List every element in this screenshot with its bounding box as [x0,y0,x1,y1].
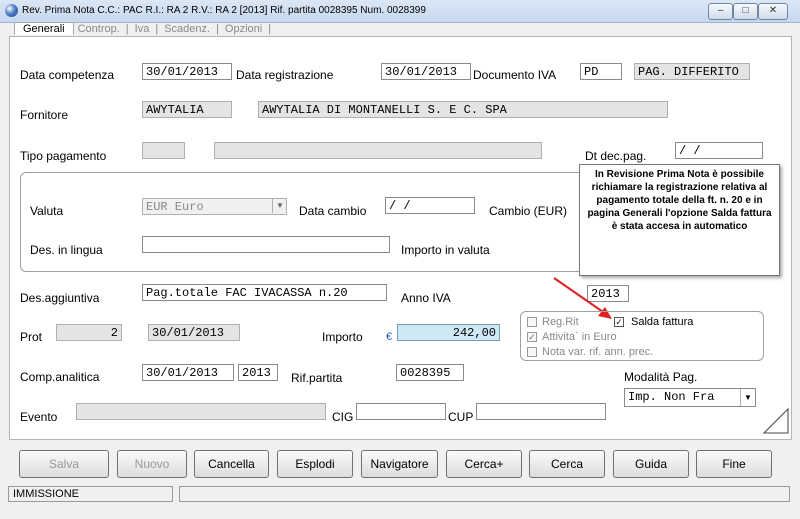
maximize-button[interactable]: □ [733,3,758,20]
valuta-select[interactable]: EUR Euro [142,198,287,215]
tab-controp[interactable]: Controp. [74,23,124,35]
dt-dec-pag-label: Dt dec.pag. [585,149,647,163]
modalita-pag-label: Modalità Pag. [624,370,698,384]
valuta-group [20,172,642,272]
nuovo-button[interactable]: Nuovo [117,450,187,478]
nota-var-label: Nota var. rif. ann. prec. [542,346,654,358]
modalita-pag-value: Imp. Non Fra [628,390,715,404]
tab-generali[interactable]: Generali [14,22,74,35]
tab-bar: Generali Controp. | Iva | Scadenz. | Opzioni | [14,22,273,36]
prot-label: Prot [20,330,43,344]
salva-button[interactable]: Salva [19,450,109,478]
rif-partita-label: Rif.partita [291,371,343,385]
chevron-down-icon[interactable]: ▼ [272,198,287,213]
comp-analitica-date-field[interactable]: 30/01/2013 [142,364,234,381]
tab-separator: | [155,23,159,35]
evento-field[interactable] [76,403,326,420]
tipo-pagamento-description-field [214,142,542,159]
cambio-label: Cambio (EUR) [489,204,568,218]
documento-iva-field[interactable]: PD [580,63,622,80]
tab-separator: | [268,23,272,35]
prot-date-field: 30/01/2013 [148,324,240,341]
chevron-down-icon[interactable]: ▼ [740,389,755,406]
nota-var-checkbox[interactable] [527,347,537,357]
salda-fattura-label: Salda fattura [631,316,694,328]
valuta-value: EUR Euro [146,200,204,214]
cup-field[interactable] [476,403,606,420]
data-registrazione-label: Data registrazione [236,68,334,82]
modalita-pag-select[interactable]: Imp. Non Fra [624,388,756,407]
des-aggiuntiva-label: Des.aggiuntiva [20,291,100,305]
comp-analitica-label: Comp.analitica [20,370,100,384]
guida-button[interactable]: Guida [613,450,689,478]
fine-button[interactable]: Fine [696,450,772,478]
data-competenza-label: Data competenza [20,68,115,82]
cup-label: CUP [448,410,474,424]
tab-separator: | [216,23,219,35]
corner-triangle-icon[interactable] [763,404,789,434]
reg-rit-checkbox[interactable] [527,317,537,327]
fornitore-label: Fornitore [20,108,69,122]
app-icon [5,4,18,17]
esplodi-button[interactable]: Esplodi [277,450,353,478]
tab-opzioni[interactable]: Opzioni [221,23,266,35]
cig-field[interactable] [356,403,446,420]
status-message [179,486,790,502]
cig-label: CIG [332,410,354,424]
tab-iva[interactable]: Iva [131,23,154,35]
data-registrazione-field[interactable]: 30/01/2013 [381,63,471,80]
attivita-euro-label: Attivita` in Euro [542,331,617,343]
dt-dec-pag-field[interactable]: / / [675,142,763,159]
evento-label: Evento [20,410,58,424]
des-aggiuntiva-field[interactable]: Pag.totale FAC IVACASSA n.20 [142,284,387,301]
des-lingua-label: Des. in lingua [30,243,103,257]
data-competenza-field[interactable]: 30/01/2013 [142,63,232,80]
anno-iva-label: Anno IVA [401,291,451,305]
cerca-plus-button[interactable]: Cerca+ [446,450,522,478]
navigatore-button[interactable]: Navigatore [361,450,438,478]
prot-number-field: 2 [56,324,122,341]
rif-partita-field[interactable]: 0028395 [396,364,464,381]
documento-iva-label: Documento IVA [473,68,557,82]
close-button[interactable]: ✕ [758,3,788,20]
cerca-button[interactable]: Cerca [529,450,605,478]
valuta-label: Valuta [30,204,64,218]
comp-analitica-year-field[interactable]: 2013 [238,364,278,381]
data-cambio-label: Data cambio [299,204,367,218]
fornitore-code-field[interactable]: AWYTALIA [142,101,232,118]
salda-fattura-checkbox[interactable]: ✓ [614,317,624,327]
reg-rit-label: Reg.Rit [542,316,579,328]
tab-scadenz[interactable]: Scadenz. [160,23,214,35]
importo-valuta-label: Importo in valuta [401,243,490,257]
tipo-pagamento-label: Tipo pagamento [20,149,107,163]
cancella-button[interactable]: Cancella [194,450,269,478]
data-cambio-field[interactable]: / / [385,197,475,214]
attivita-euro-checkbox[interactable]: ✓ [527,332,537,342]
importo-label: Importo [322,330,363,344]
window-title: Rev. Prima Nota C.C.: PAC R.I.: RA 2 R.V… [22,5,426,16]
importo-field[interactable]: 242,00 [397,324,500,341]
fornitore-name-field: AWYTALIA DI MONTANELLI S. E C. SPA [258,101,668,118]
documento-iva-description: PAG. DIFFERITO [634,63,750,80]
status-mode: IMMISSIONE [8,486,173,502]
tipo-pagamento-code-field[interactable] [142,142,185,159]
info-tooltip: In Revisione Prima Nota è possibile rich… [579,164,780,276]
tab-separator: | [125,23,129,35]
minimize-button[interactable]: – [708,3,733,20]
des-lingua-field[interactable] [142,236,390,253]
euro-icon: € [386,331,393,343]
